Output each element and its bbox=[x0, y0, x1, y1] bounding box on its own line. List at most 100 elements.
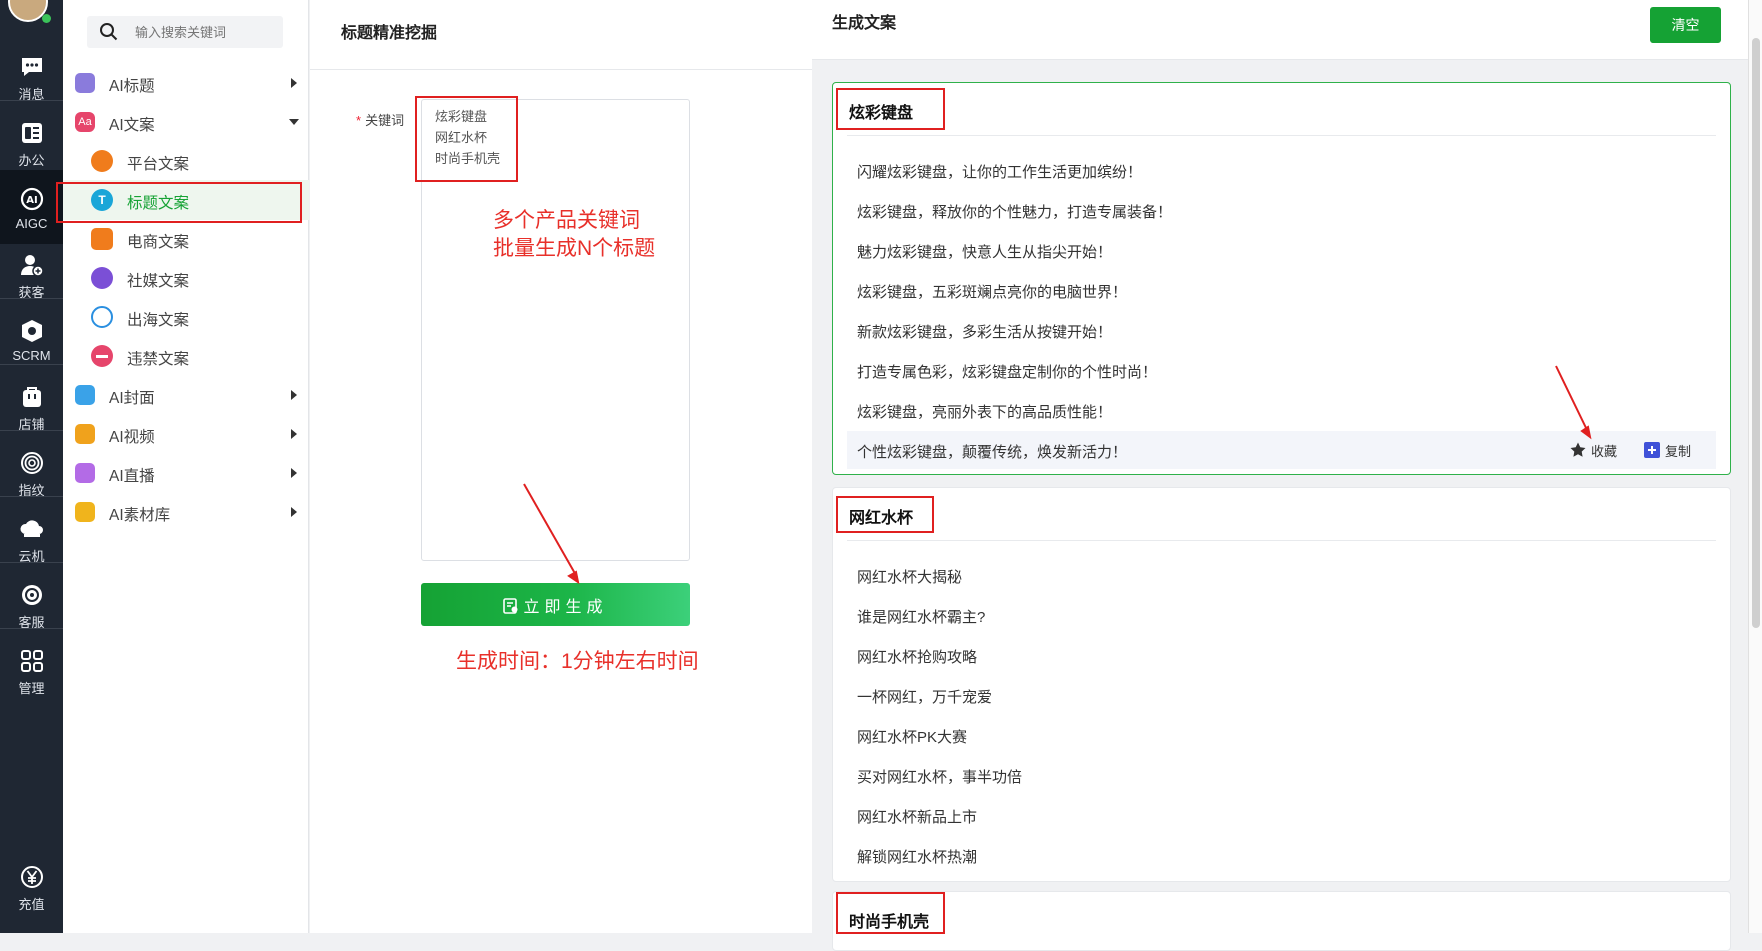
divider bbox=[847, 135, 1716, 136]
nav-group-ai-cover[interactable]: AI封面 bbox=[63, 375, 309, 415]
nav-item-ecommerce-copy[interactable]: 电商文案 bbox=[63, 219, 309, 259]
generate-button-label: 立即生成 bbox=[523, 598, 608, 616]
result-line[interactable]: 炫彩键盘，释放你的个性魅力，打造专属装备！ bbox=[847, 191, 1716, 229]
search-input[interactable] bbox=[133, 16, 273, 48]
search-box bbox=[87, 16, 283, 48]
office-icon bbox=[21, 123, 42, 143]
results-header: 生成文案 清空 bbox=[812, 0, 1752, 60]
result-line[interactable]: 一杯网红，万千宠爱 bbox=[847, 676, 1716, 714]
title-mining-form: 标题精准挖掘 * 关键词 炫彩键盘 网红水杯 时尚手机壳 多个产品关键词 批量生成… bbox=[310, 0, 812, 933]
video-icon bbox=[75, 424, 95, 444]
nav-group-label: AI标题 bbox=[109, 78, 155, 95]
favorite-button[interactable]: 收藏 bbox=[1569, 441, 1617, 460]
caret-right-icon bbox=[291, 78, 297, 88]
fingerprint-icon bbox=[20, 452, 43, 474]
nav-group-label: AI文案 bbox=[109, 117, 155, 134]
platform-icon bbox=[91, 150, 113, 172]
online-status-dot bbox=[42, 14, 51, 23]
copy-icon bbox=[1644, 442, 1660, 458]
caret-right-icon bbox=[291, 390, 297, 400]
rail-label: AIGC bbox=[15, 216, 48, 231]
result-line[interactable]: 炫彩键盘，亮丽外表下的高品质性能！ bbox=[847, 391, 1716, 429]
result-text: 网红水杯抢购攻略 bbox=[857, 649, 978, 666]
caret-right-icon bbox=[291, 507, 297, 517]
result-line[interactable]: 新款炫彩键盘，多彩生活从按键开始！ bbox=[847, 311, 1716, 349]
result-line[interactable]: 个性炫彩键盘，颠覆传统，焕发新活力！ 收藏 复制 bbox=[847, 431, 1716, 469]
result-line[interactable]: 魅力炫彩键盘，快意人生从指尖开始！ bbox=[847, 231, 1716, 269]
result-line[interactable]: 谁是网红水杯霸主? bbox=[847, 596, 1716, 634]
rail-item-manage[interactable]: 管理 bbox=[0, 632, 63, 706]
aigc-nav: AI标题 Aa AI文案 平台文案 T 标题文案 电商文案 社媒文案 出海文案 … bbox=[56, 0, 309, 933]
scrollbar[interactable] bbox=[1748, 0, 1762, 933]
result-text: 网红水杯PK大赛 bbox=[857, 729, 968, 746]
result-line[interactable]: 网红水杯新品上市 bbox=[847, 796, 1716, 834]
main-rail: 消息 办公 AI AIGC 获客 SCRM 店铺 指纹 云机 客服 管理 充值 bbox=[0, 0, 63, 933]
nav-group-label: AI直播 bbox=[109, 468, 155, 485]
result-line[interactable]: 闪耀炫彩键盘，让你的工作生活更加缤纷！ bbox=[847, 151, 1716, 189]
social-icon bbox=[91, 267, 113, 289]
copy-button[interactable]: 复制 bbox=[1643, 441, 1691, 460]
keyword-label: * 关键词 bbox=[356, 110, 404, 129]
cloud-phone-icon bbox=[19, 520, 43, 537]
result-line[interactable]: 网红水杯抢购攻略 bbox=[847, 636, 1716, 674]
results-title: 生成文案 bbox=[832, 15, 897, 32]
nav-group-ai-live[interactable]: AI直播 bbox=[63, 453, 309, 493]
keyword-label-text: 关键词 bbox=[365, 113, 405, 128]
highlight-box bbox=[836, 892, 945, 934]
rail-item-recharge[interactable]: 充值 bbox=[0, 856, 63, 930]
scrollbar-thumb[interactable] bbox=[1752, 38, 1760, 628]
rail-item-aigc[interactable]: AI AIGC bbox=[0, 170, 63, 244]
result-line[interactable]: 网红水杯大揭秘 bbox=[847, 556, 1716, 594]
nav-item-social-copy[interactable]: 社媒文案 bbox=[63, 258, 309, 298]
nav-item-label: 违禁文案 bbox=[127, 351, 190, 368]
result-text: 一杯网红，万千宠爱 bbox=[857, 689, 993, 706]
annotation-text: 批量生成N个标题 bbox=[493, 237, 656, 260]
nav-group-label: AI封面 bbox=[109, 390, 155, 407]
result-text: 炫彩键盘，亮丽外表下的高品质性能！ bbox=[857, 404, 1113, 421]
nav-item-banned-copy[interactable]: 违禁文案 bbox=[63, 336, 309, 376]
nav-group-ai-library[interactable]: AI素材库 bbox=[63, 492, 309, 532]
result-line[interactable]: 买对网红水杯，事半功倍 bbox=[847, 756, 1716, 794]
title-icon bbox=[75, 73, 95, 93]
favorite-label: 收藏 bbox=[1591, 444, 1618, 459]
result-line[interactable]: 网红水杯PK大赛 bbox=[847, 716, 1716, 754]
nav-item-overseas-copy[interactable]: 出海文案 bbox=[63, 297, 309, 337]
aigc-icon: AI bbox=[20, 187, 43, 211]
yen-icon bbox=[20, 866, 43, 888]
service-icon bbox=[21, 585, 42, 605]
result-line[interactable]: 打造专属色彩，炫彩键盘定制你的个性时尚！ bbox=[847, 351, 1716, 389]
result-text: 炫彩键盘，五彩斑斓点亮你的电脑世界！ bbox=[857, 284, 1128, 301]
result-text: 谁是网红水杯霸主? bbox=[857, 609, 986, 626]
results-panel: 生成文案 清空 炫彩键盘 闪耀炫彩键盘，让你的工作生活更加缤纷！ 炫彩键盘，释放… bbox=[812, 0, 1762, 951]
generate-button[interactable]: 立即生成 bbox=[421, 583, 690, 626]
form-header: 标题精准挖掘 bbox=[310, 0, 812, 70]
result-card: 网红水杯 网红水杯大揭秘 谁是网红水杯霸主? 网红水杯抢购攻略 一杯网红，万千宠… bbox=[832, 487, 1731, 882]
result-line[interactable]: 解锁网红水杯热潮 bbox=[847, 836, 1716, 874]
result-text: 新款炫彩键盘，多彩生活从按键开始！ bbox=[857, 324, 1113, 341]
globe-icon bbox=[91, 306, 113, 328]
rail-item-office[interactable]: 办公 bbox=[0, 104, 63, 178]
required-mark: * bbox=[356, 113, 362, 128]
generate-icon bbox=[503, 597, 518, 614]
result-card: 时尚手机壳 bbox=[832, 891, 1731, 951]
rail-label: 办公 bbox=[18, 153, 45, 168]
nav-group-ai-video[interactable]: AI视频 bbox=[63, 414, 309, 454]
live-icon bbox=[75, 463, 95, 483]
rail-label: 管理 bbox=[18, 681, 45, 696]
nav-item-platform-copy[interactable]: 平台文案 bbox=[63, 141, 309, 181]
library-icon bbox=[75, 502, 95, 522]
highlight-box bbox=[415, 96, 518, 182]
nav-group-ai-title[interactable]: AI标题 bbox=[63, 63, 309, 103]
caret-down-icon bbox=[289, 119, 299, 125]
shop-icon bbox=[22, 387, 41, 407]
highlight-box bbox=[836, 88, 945, 130]
star-icon bbox=[1570, 442, 1586, 457]
result-line[interactable]: 炫彩键盘，五彩斑斓点亮你的电脑世界！ bbox=[847, 271, 1716, 309]
annotation-text: 多个产品关键词 bbox=[493, 209, 640, 232]
nav-group-ai-copy[interactable]: Aa AI文案 bbox=[63, 102, 309, 142]
result-text: 炫彩键盘，释放你的个性魅力，打造专属装备！ bbox=[857, 204, 1173, 221]
shop-bag-icon bbox=[91, 228, 113, 250]
grid-icon bbox=[20, 650, 43, 672]
clear-button[interactable]: 清空 bbox=[1650, 7, 1721, 43]
result-text: 网红水杯新品上市 bbox=[857, 809, 978, 826]
